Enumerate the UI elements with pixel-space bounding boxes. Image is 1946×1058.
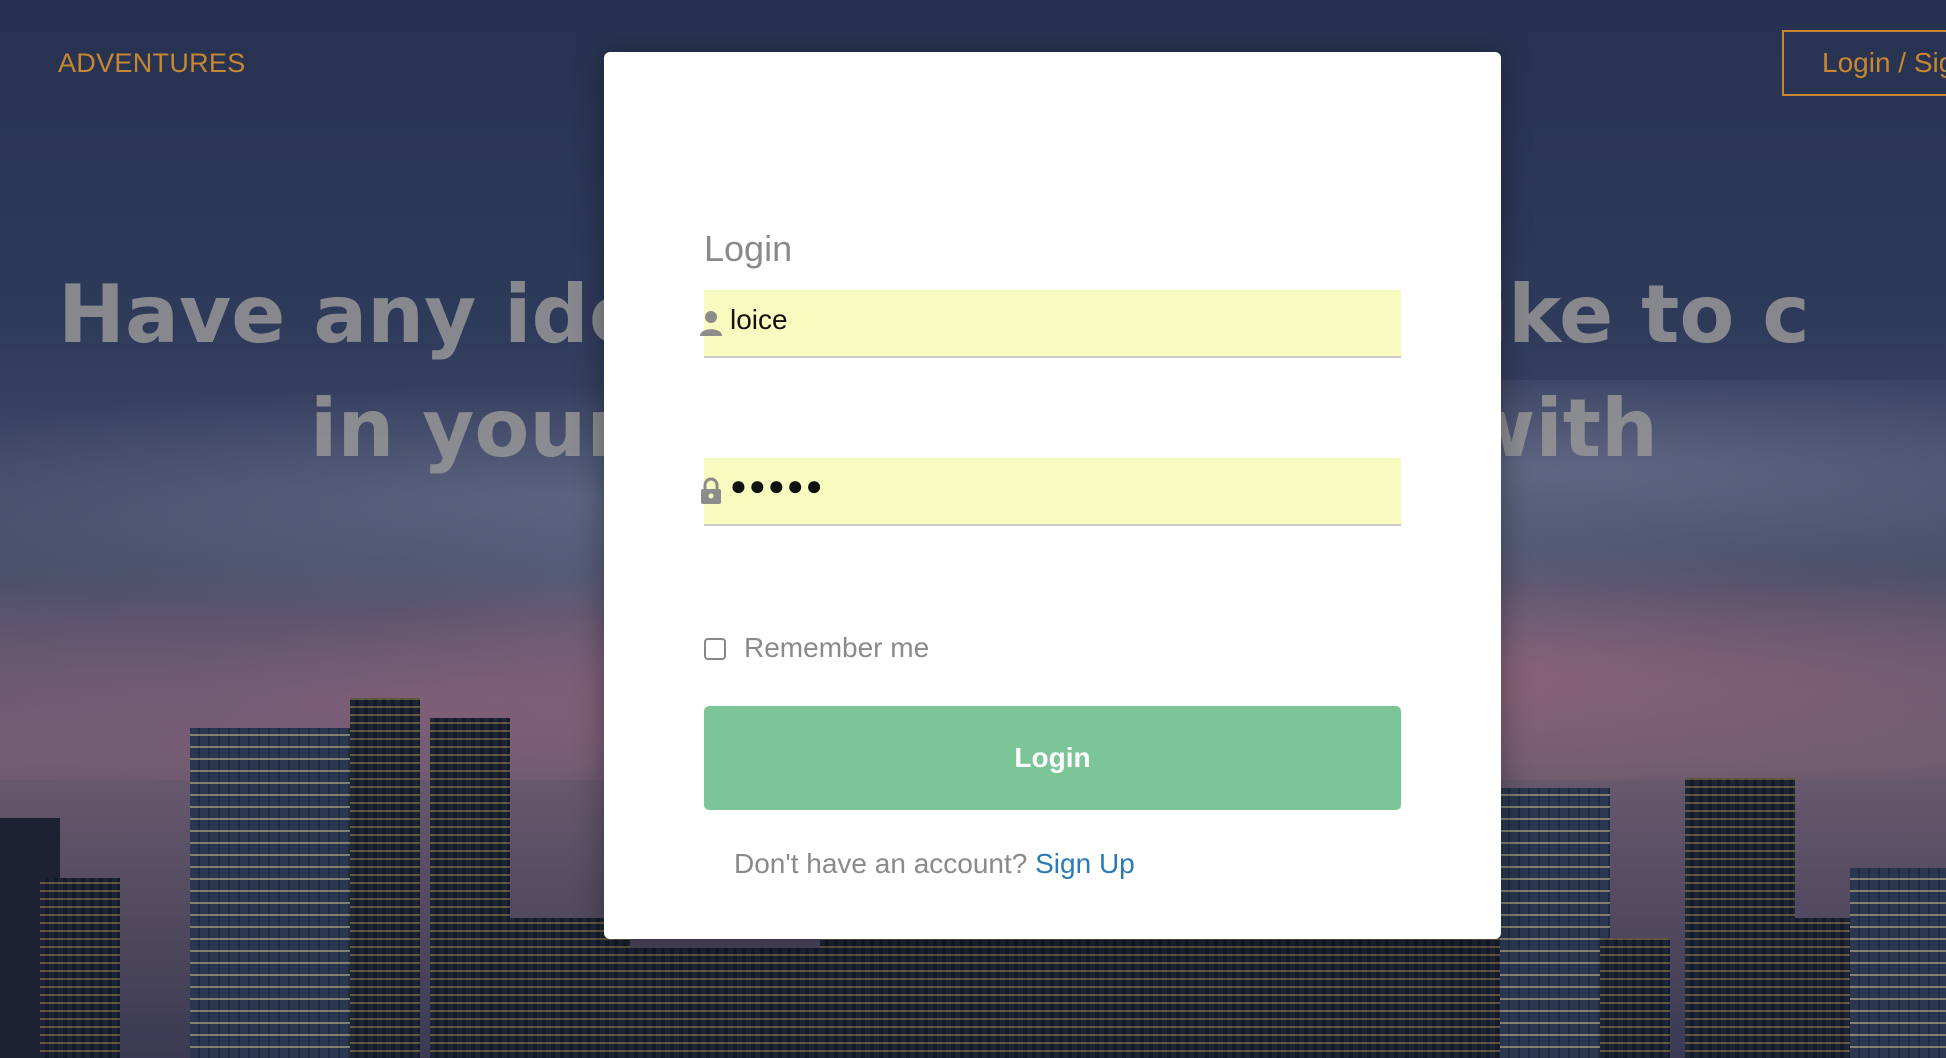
user-icon xyxy=(698,308,724,338)
building xyxy=(190,728,350,1058)
login-modal: Login loice ●●●●● Remember me Login Don'… xyxy=(604,52,1501,939)
lock-icon xyxy=(698,476,724,506)
building xyxy=(1850,868,1946,1058)
username-field[interactable]: loice xyxy=(700,290,1401,358)
building xyxy=(1500,788,1610,1058)
login-signup-button[interactable]: Login / Sig xyxy=(1782,30,1946,96)
remember-me-label[interactable]: Remember me xyxy=(744,632,929,664)
signup-prompt: Don't have an account? Sign Up xyxy=(734,848,1135,880)
username-value: loice xyxy=(730,304,788,335)
remember-me-checkbox[interactable] xyxy=(704,638,726,660)
password-value: ●●●●● xyxy=(730,470,825,501)
building xyxy=(430,718,510,1058)
building xyxy=(350,698,420,1058)
building xyxy=(1600,938,1670,1058)
building xyxy=(820,938,1200,1058)
building xyxy=(510,918,630,1058)
password-field[interactable]: ●●●●● xyxy=(701,458,1401,526)
building xyxy=(1790,918,1850,1058)
brand-logo[interactable]: ADVENTURES xyxy=(58,48,246,79)
building xyxy=(40,878,120,1058)
building xyxy=(1685,778,1795,1058)
login-button[interactable]: Login xyxy=(704,706,1401,810)
no-account-text: Don't have an account? xyxy=(734,848,1028,879)
signup-link[interactable]: Sign Up xyxy=(1035,848,1135,879)
building xyxy=(620,948,820,1058)
building xyxy=(1200,928,1400,1058)
modal-title: Login xyxy=(704,228,793,269)
